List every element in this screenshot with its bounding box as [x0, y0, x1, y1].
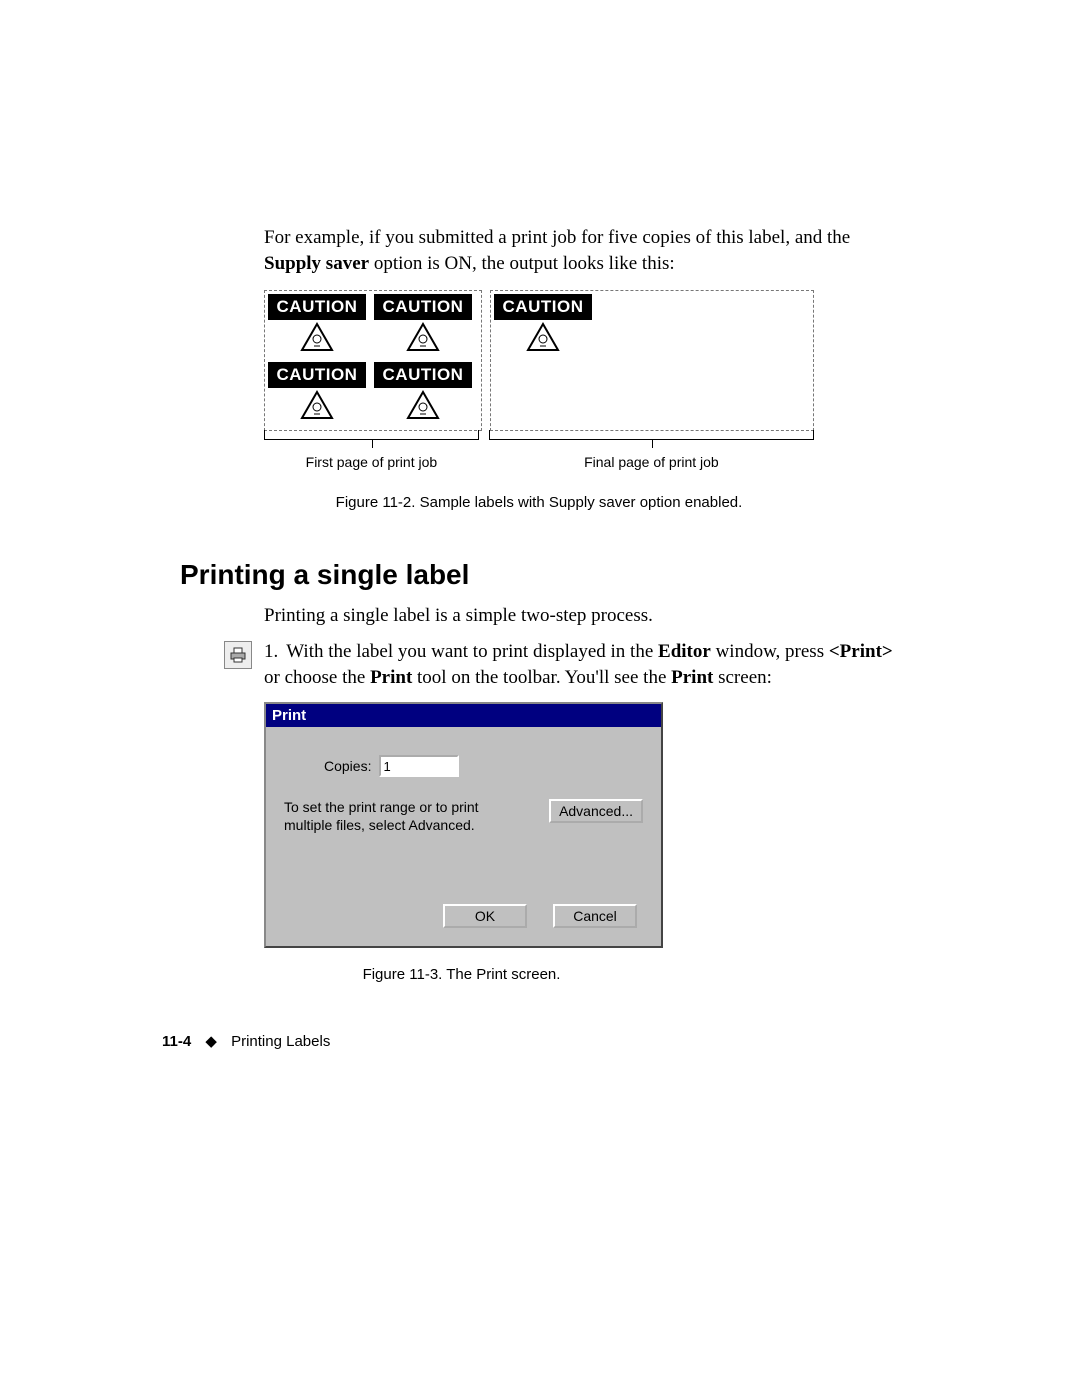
intro-sentence: Printing a single label is a simple two-…: [264, 603, 900, 629]
cancel-button[interactable]: Cancel: [553, 904, 637, 928]
warning-triangle-icon: [526, 322, 560, 352]
dialog-titlebar: Print: [266, 704, 661, 727]
warning-triangle-icon: [406, 322, 440, 352]
advanced-hint-text: To set the print range or to print multi…: [284, 799, 509, 834]
warning-triangle-icon: [300, 390, 334, 420]
caution-label: CAUTION: [269, 363, 365, 423]
figure-11-2-caption: Figure 11-2. Sample labels with Supply s…: [264, 494, 814, 511]
final-print-page: CAUTION: [490, 290, 814, 431]
page-footer: 11-4 ◆ Printing Labels: [162, 1032, 330, 1050]
ok-button[interactable]: OK: [443, 904, 527, 928]
first-print-page: CAUTION CAUTION CAUTION CAUTION: [264, 290, 482, 431]
print-dialog: Print Copies: To set the print range or …: [264, 702, 663, 948]
section-heading: Printing a single label: [180, 559, 900, 591]
first-page-label: First page of print job: [264, 454, 479, 470]
figure-11-3-caption: Figure 11-3. The Print screen.: [264, 966, 659, 983]
step-1-text: 1.With the label you want to print displ…: [264, 639, 900, 690]
final-page-label: Final page of print job: [489, 454, 814, 470]
caution-label: CAUTION: [495, 295, 591, 355]
copies-input[interactable]: [379, 755, 459, 777]
intro-paragraph: For example, if you submitted a print jo…: [264, 225, 900, 276]
advanced-button[interactable]: Advanced...: [549, 799, 643, 823]
warning-triangle-icon: [300, 322, 334, 352]
copies-label: Copies:: [324, 758, 371, 774]
printer-icon: [224, 641, 252, 669]
caution-label: CAUTION: [375, 295, 471, 355]
figure-11-2: CAUTION CAUTION CAUTION CAUTION: [264, 290, 814, 511]
caution-label: CAUTION: [269, 295, 365, 355]
warning-triangle-icon: [406, 390, 440, 420]
caution-label: CAUTION: [375, 363, 471, 423]
